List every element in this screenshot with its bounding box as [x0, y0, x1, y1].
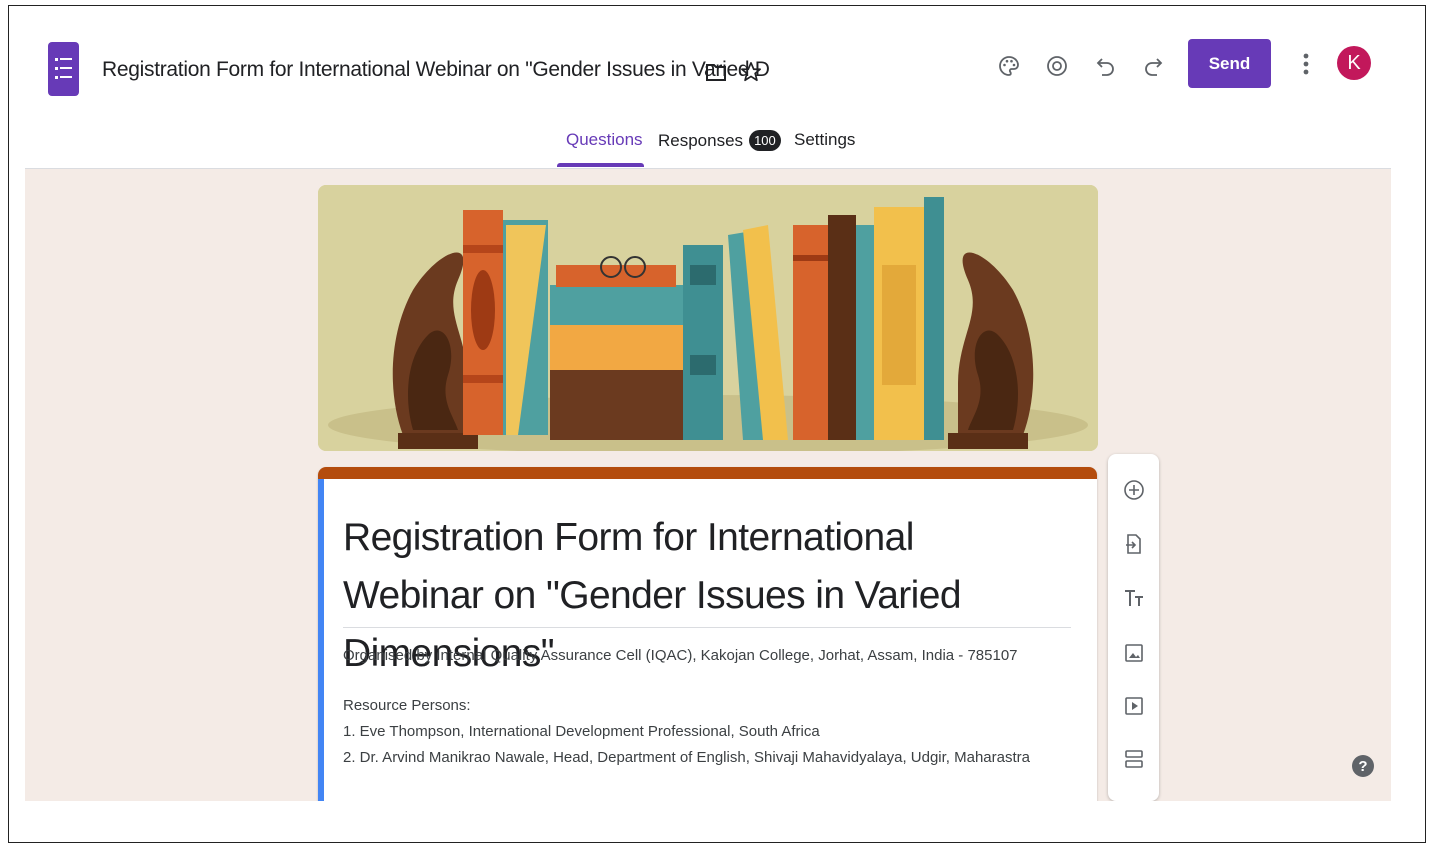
theme-color-bar: [318, 467, 1097, 479]
tab-settings[interactable]: Settings: [794, 130, 855, 150]
folder-icon[interactable]: [701, 57, 731, 87]
preview-eye-icon[interactable]: [1042, 51, 1072, 81]
form-description-resource-heading[interactable]: Resource Persons:: [343, 697, 471, 714]
add-title-icon[interactable]: [1120, 584, 1148, 612]
tab-responses-label: Responses: [658, 131, 744, 150]
active-card-indicator: [318, 479, 324, 801]
form-title-card[interactable]: Registration Form for International Webi…: [318, 467, 1097, 801]
add-video-icon[interactable]: [1120, 692, 1148, 720]
form-description-organiser[interactable]: Organised by Internal Quality Assurance …: [343, 647, 1018, 664]
undo-icon[interactable]: [1091, 51, 1121, 81]
add-question-icon[interactable]: [1120, 476, 1148, 504]
import-questions-icon[interactable]: [1120, 530, 1148, 558]
add-section-icon[interactable]: [1120, 745, 1148, 773]
form-description-resource-2[interactable]: 2. Dr. Arvind Manikrao Nawale, Head, Dep…: [343, 749, 1030, 766]
floating-side-toolbar: [1108, 454, 1159, 801]
tab-responses[interactable]: Responses 100: [658, 130, 781, 151]
document-title[interactable]: Registration Form for International Webi…: [102, 58, 770, 82]
header-image-books: [318, 185, 1098, 451]
help-icon[interactable]: ?: [1352, 755, 1374, 777]
tab-questions[interactable]: Questions: [566, 130, 643, 150]
account-avatar[interactable]: K: [1337, 46, 1371, 80]
top-header: Registration Form for International Webi…: [25, 22, 1391, 169]
star-icon[interactable]: [736, 57, 766, 87]
palette-icon[interactable]: [994, 51, 1024, 81]
send-button[interactable]: Send: [1188, 39, 1271, 88]
forms-logo[interactable]: [48, 42, 79, 96]
form-canvas: Registration Form for International Webi…: [25, 169, 1391, 801]
active-tab-indicator: [557, 163, 644, 167]
google-forms-editor: Registration Form for International Webi…: [25, 22, 1391, 801]
title-underline: [343, 627, 1071, 628]
form-description-resource-1[interactable]: 1. Eve Thompson, International Developme…: [343, 723, 820, 740]
responses-count-badge: 100: [749, 130, 781, 151]
add-image-icon[interactable]: [1120, 639, 1148, 667]
more-vert-icon[interactable]: [1291, 49, 1321, 79]
redo-icon[interactable]: [1138, 51, 1168, 81]
